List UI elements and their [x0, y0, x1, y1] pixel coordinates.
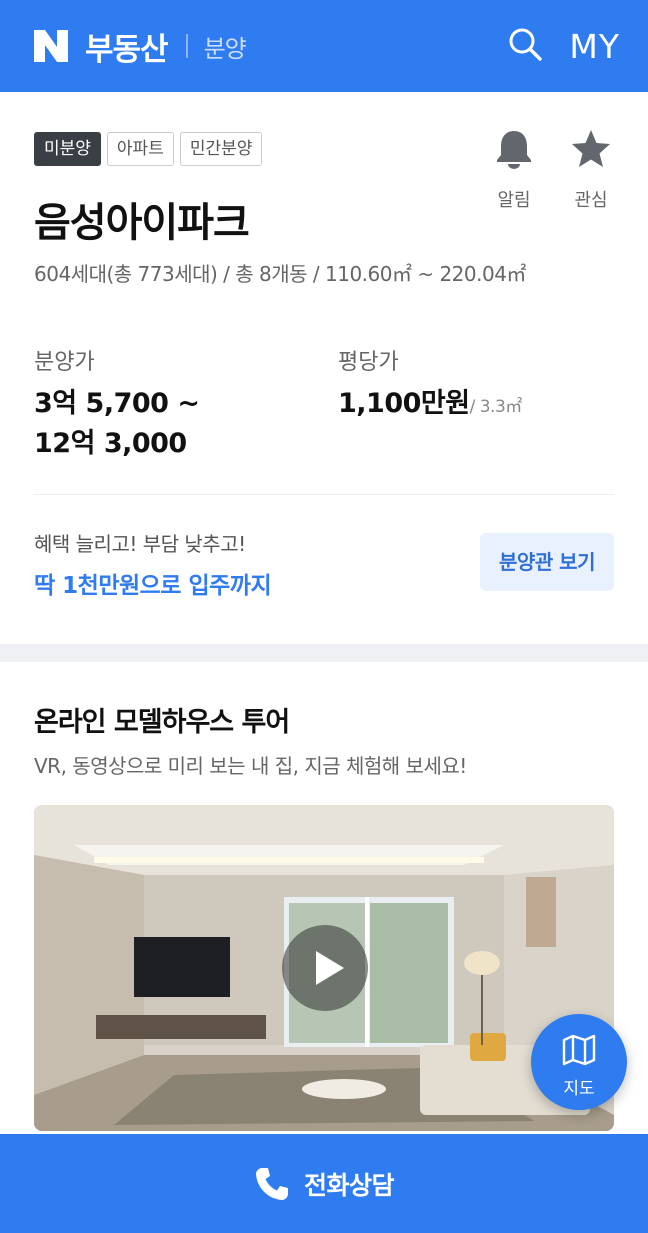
section-gap: [0, 644, 648, 662]
star-icon: [572, 130, 610, 167]
favorite-button[interactable]: 관심: [561, 128, 621, 212]
property-tags: 미분양 아파트 민간분양: [34, 132, 263, 166]
alert-label: 알림: [497, 190, 531, 211]
play-button[interactable]: [282, 925, 368, 1011]
sale-price-line1: 3억 5,700 ~: [34, 388, 200, 419]
tag-private-sale: 민간분양: [179, 132, 263, 166]
naver-logo-icon[interactable]: [32, 28, 70, 64]
per-pyeong-unit: / 3.3㎡: [469, 397, 523, 417]
property-summary: 604세대(총 773세대) / 총 8개동 / 110.60㎡ ~ 220.0…: [34, 262, 526, 286]
sale-price-label: 분양가: [34, 350, 95, 375]
per-pyeong-value-row: 1,100만원/ 3.3㎡: [338, 384, 522, 427]
top-navigation-bar: 부동산 분양 MY: [0, 0, 648, 92]
promo-highlight: 딱 1천만원으로 입주까지: [34, 573, 272, 599]
tag-unsold: 미분양: [34, 132, 101, 166]
search-icon[interactable]: [507, 26, 543, 66]
per-pyeong-value: 1,100만원: [338, 388, 470, 419]
phone-consultation-button[interactable]: 전화상담: [0, 1134, 648, 1233]
brand-title[interactable]: 부동산: [85, 24, 169, 69]
map-icon: [562, 1034, 596, 1066]
map-view-button[interactable]: 지도: [531, 1014, 627, 1110]
tag-apartment: 아파트: [106, 132, 174, 166]
tour-section-description: VR, 동영상으로 미리 보는 내 집, 지금 체험해 보세요!: [34, 754, 467, 778]
favorite-label: 관심: [574, 190, 608, 211]
map-label: 지도: [563, 1079, 595, 1099]
property-name: 음성아이파크: [34, 200, 250, 246]
per-pyeong-label: 평당가: [338, 350, 399, 375]
alert-button[interactable]: 알림: [484, 128, 544, 212]
call-label: 전화상담: [303, 1170, 395, 1200]
my-page-button[interactable]: MY: [569, 27, 620, 66]
sale-price-line2: 12억 3,000: [34, 428, 187, 459]
bell-icon: [497, 131, 531, 169]
sale-price: 분양가 3억 5,700 ~ 12억 3,000: [34, 344, 200, 464]
price-per-pyeong: 평당가 1,100만원/ 3.3㎡: [338, 344, 522, 427]
view-sales-office-button[interactable]: 분양관 보기: [480, 533, 614, 591]
section-subtitle[interactable]: 분양: [204, 29, 247, 64]
play-icon: [316, 951, 344, 985]
header-divider: [185, 34, 188, 58]
tour-section-title: 온라인 모델하우스 투어: [34, 707, 290, 738]
section-divider: [34, 494, 614, 495]
phone-icon: [255, 1167, 288, 1200]
promo-text: 혜택 늘리고! 부담 낮추고!: [34, 532, 246, 556]
